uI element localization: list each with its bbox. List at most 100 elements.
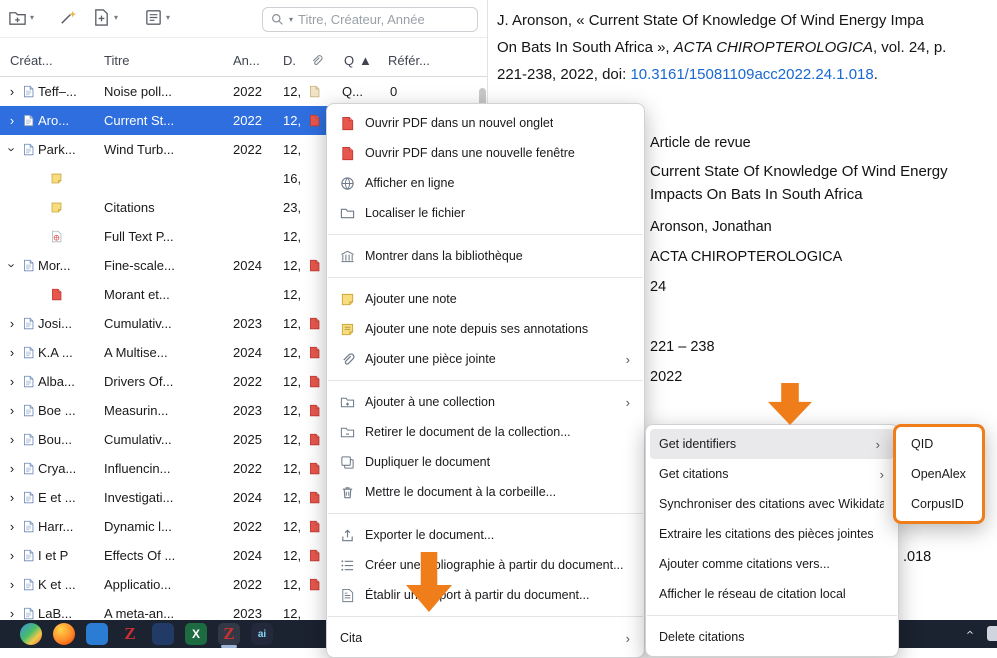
field-doi-partial[interactable]: .018 — [903, 549, 931, 565]
doc-icon — [22, 519, 36, 535]
twisty-icon[interactable]: › — [6, 512, 18, 541]
submenu-chevron-icon: › — [618, 395, 630, 410]
twisty-icon[interactable]: › — [6, 77, 18, 106]
twisty-icon[interactable]: › — [6, 454, 18, 483]
field-date[interactable]: 2022 — [650, 369, 682, 385]
column-header-title[interactable]: Titre — [104, 53, 130, 68]
menu-item[interactable]: Ajouter une note — [327, 284, 644, 314]
row-title: Current St... — [104, 106, 231, 135]
menu-item-label: Cita — [340, 631, 362, 645]
row-date: 12, — [283, 599, 308, 620]
column-header-date[interactable]: D. — [283, 53, 296, 68]
row-year: 2024 — [233, 251, 278, 280]
taskbar-icon-navy-app[interactable] — [152, 623, 174, 645]
column-header-references[interactable]: Référ... — [388, 53, 430, 68]
menu-item-label: Ajouter une pièce jointe — [365, 352, 496, 366]
twisty-icon[interactable]: › — [6, 309, 18, 338]
menu-item[interactable]: Ajouter une note depuis ses annotations — [327, 314, 644, 344]
row-year: 2024 — [233, 483, 278, 512]
menu-item[interactable]: Montrer dans la bibliothèque — [327, 241, 644, 271]
taskbar-icon-firefox[interactable] — [53, 623, 75, 645]
row-creator: Teff–... — [38, 77, 102, 106]
row-title: Measurin... — [104, 396, 231, 425]
menu-item[interactable]: Dupliquer le document — [327, 447, 644, 477]
column-header-year[interactable]: An... — [233, 53, 260, 68]
menu-item[interactable]: Ajouter une pièce jointe› — [327, 344, 644, 374]
taskbar-icon-excel[interactable]: X — [185, 623, 207, 645]
taskbar-icon-zotero[interactable]: Z — [119, 623, 141, 645]
menu-item[interactable]: Cita› — [327, 623, 644, 653]
menu-item[interactable]: Synchroniser des citations avec Wikidata — [646, 489, 898, 519]
twisty-icon[interactable]: › — [6, 396, 18, 425]
row-year: 2022 — [233, 570, 278, 599]
taskbar-icon-blue-app[interactable] — [86, 623, 108, 645]
attachment-column-icon[interactable] — [310, 53, 323, 71]
new-item-button[interactable]: ▾ — [92, 8, 118, 27]
new-collection-button[interactable]: ▾ — [8, 8, 34, 27]
row-date: 12, — [283, 280, 308, 309]
row-creator: Alba... — [38, 367, 102, 396]
menu-item[interactable]: Mettre le document à la corbeille... — [327, 477, 644, 507]
menu-item[interactable]: Retirer le document de la collection... — [327, 417, 644, 447]
taskbar-tray-icon[interactable] — [987, 626, 997, 641]
menu-item-label: Delete citations — [659, 630, 744, 644]
menu-item[interactable]: Exporter le document... — [327, 520, 644, 550]
twisty-icon[interactable]: › — [6, 106, 18, 135]
twisty-icon[interactable]: › — [6, 338, 18, 367]
search-input[interactable] — [298, 12, 469, 27]
doc-icon — [22, 142, 36, 158]
row-year: 2023 — [233, 599, 278, 620]
column-header-creator[interactable]: Créat... — [10, 53, 53, 68]
twisty-icon[interactable]: › — [6, 483, 18, 512]
doc-icon — [22, 490, 36, 506]
add-by-identifier-button[interactable] — [58, 8, 77, 27]
menu-item[interactable]: Créer une bibliographie à partir du docu… — [327, 550, 644, 580]
field-volume[interactable]: 24 — [650, 279, 666, 295]
field-publication[interactable]: ACTA CHIROPTEROLOGICA — [650, 249, 842, 265]
new-note-button[interactable]: ▾ — [144, 8, 170, 27]
menu-item-label: Ajouter une note — [365, 292, 457, 306]
twisty-icon[interactable]: › — [6, 570, 18, 599]
doi-link[interactable]: 10.3161/15081109acc2022.24.1.018 — [630, 66, 873, 83]
menu-item[interactable]: Ajouter à une collection› — [327, 387, 644, 417]
menu-item[interactable]: Afficher en ligne — [327, 168, 644, 198]
row-year: 2022 — [233, 367, 278, 396]
twisty-icon[interactable]: › — [6, 425, 18, 454]
table-row[interactable]: ›Teff–...Noise poll...202212,Q...0 — [0, 77, 487, 106]
pdf-attachment-icon — [308, 519, 322, 535]
field-pages[interactable]: 221 – 238 — [650, 339, 715, 355]
menu-item[interactable]: Get identifiers› — [650, 429, 894, 459]
row-creator: E et ... — [38, 483, 102, 512]
taskbar-icon-zotero-active[interactable]: Z — [218, 623, 240, 645]
menu-item[interactable]: Ouvrir PDF dans un nouvel onglet — [327, 108, 644, 138]
menu-item[interactable]: Localiser le fichier — [327, 198, 644, 228]
menu-item[interactable]: Établir un rapport à partir du document.… — [327, 580, 644, 610]
menu-item[interactable]: Ajouter comme citations vers... — [646, 549, 898, 579]
doc-icon — [22, 258, 36, 274]
twisty-icon[interactable]: › — [6, 367, 18, 396]
twisty-icon[interactable]: › — [6, 541, 18, 570]
taskbar-overflow-chevron-icon[interactable]: › — [961, 630, 976, 634]
export-icon — [340, 527, 356, 543]
search-box[interactable]: ▾ — [262, 7, 478, 32]
pdf-attachment-icon — [308, 548, 322, 564]
twisty-icon[interactable]: › — [6, 599, 18, 620]
field-title[interactable]: Current State Of Knowledge Of Wind Energ… — [650, 160, 982, 206]
citation-preview: J. Aronson, « Current State Of Knowledge… — [497, 7, 997, 88]
taskbar-icon-ai-app[interactable]: ai — [251, 623, 273, 645]
column-header-qid[interactable]: Q — [344, 53, 354, 68]
field-author[interactable]: Aronson, Jonathan — [650, 219, 772, 235]
menu-item[interactable]: QID — [896, 429, 982, 459]
menu-item[interactable]: Extraire les citations des pièces jointe… — [646, 519, 898, 549]
submenu-chevron-icon: › — [872, 467, 884, 482]
taskbar-icon-colorful-app[interactable] — [20, 623, 42, 645]
menu-item[interactable]: Get citations› — [646, 459, 898, 489]
row-creator: Park... — [38, 135, 102, 164]
menu-item[interactable]: Afficher le réseau de citation local — [646, 579, 898, 609]
pdf-attachment-icon — [308, 461, 322, 477]
menu-item[interactable]: OpenAlex — [896, 459, 982, 489]
menu-item[interactable]: Ouvrir PDF dans une nouvelle fenêtre — [327, 138, 644, 168]
chevron-down-icon: ▾ — [114, 13, 118, 22]
menu-item-label: Ouvrir PDF dans un nouvel onglet — [365, 116, 553, 130]
menu-item[interactable]: CorpusID — [896, 489, 982, 519]
